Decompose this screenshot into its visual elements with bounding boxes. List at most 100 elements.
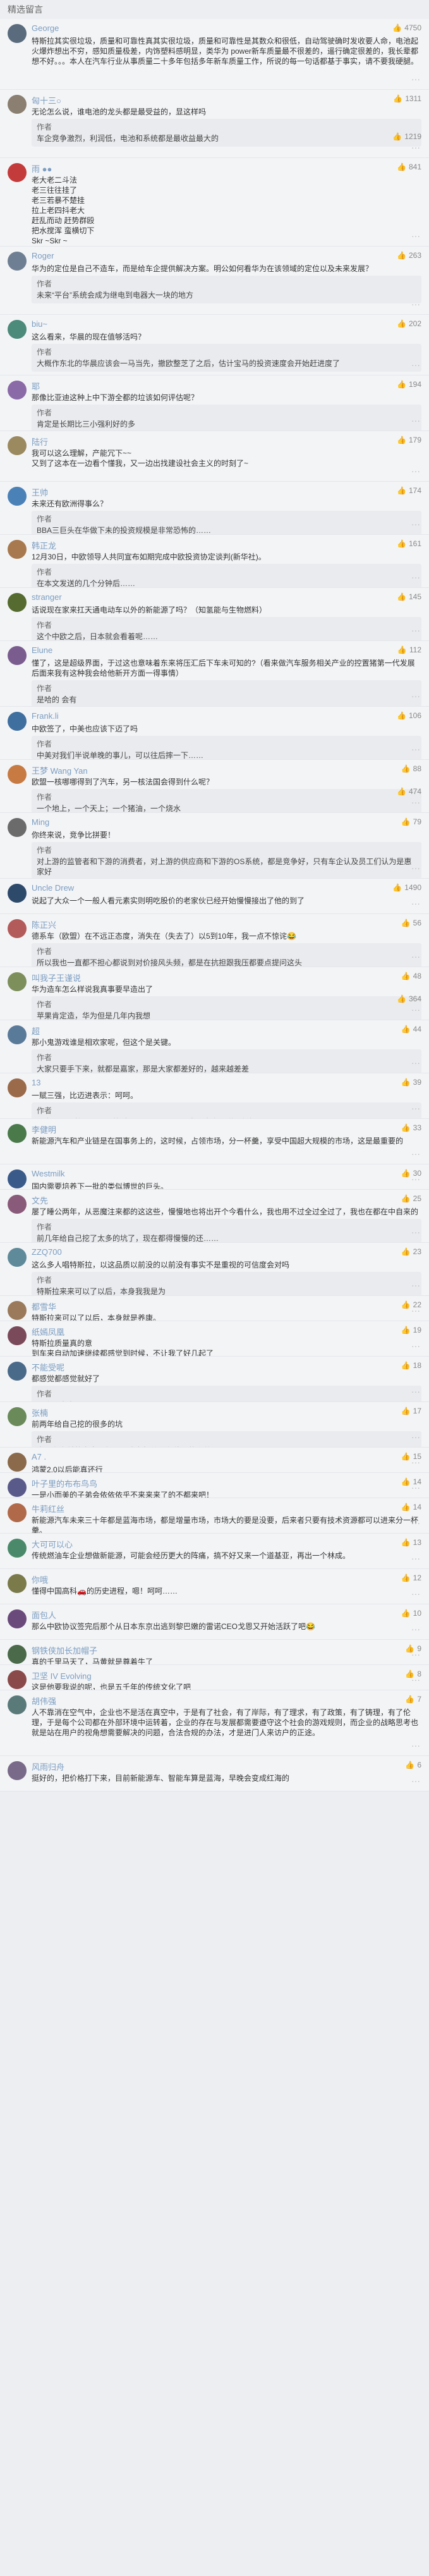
avatar[interactable] [8, 919, 27, 938]
more-options-icon[interactable]: ··· [411, 1649, 420, 1659]
avatar[interactable] [8, 24, 27, 43]
like-button[interactable]: 👍 202 [397, 319, 421, 328]
more-options-icon[interactable]: ··· [411, 1280, 420, 1290]
avatar[interactable] [8, 1645, 27, 1664]
like-button[interactable]: 👍 145 [397, 592, 421, 601]
avatar[interactable] [8, 163, 27, 182]
like-button[interactable]: 👍 39 [401, 1078, 421, 1087]
more-options-icon[interactable]: ··· [411, 1482, 420, 1492]
avatar[interactable] [8, 1025, 27, 1044]
comment-author[interactable]: biu~ [32, 319, 47, 329]
avatar[interactable] [8, 1503, 27, 1522]
like-button[interactable]: 👍 106 [397, 711, 421, 720]
like-button[interactable]: 👍 174 [397, 486, 421, 495]
avatar[interactable] [8, 381, 27, 400]
avatar[interactable] [8, 487, 27, 506]
more-options-icon[interactable]: ··· [411, 415, 420, 425]
avatar[interactable] [8, 972, 27, 991]
avatar[interactable] [8, 540, 27, 559]
avatar[interactable] [8, 1078, 27, 1097]
avatar[interactable] [8, 1609, 27, 1628]
comment-author[interactable]: 超 [32, 1025, 40, 1037]
like-button[interactable]: 👍 161 [397, 539, 421, 548]
more-options-icon[interactable]: ··· [411, 1341, 420, 1351]
avatar[interactable] [8, 1248, 27, 1267]
like-button[interactable]: 👍 13 [401, 1538, 421, 1547]
more-options-icon[interactable]: ··· [411, 1004, 420, 1015]
comment-author[interactable]: 牛莉红丝 [32, 1503, 64, 1515]
more-options-icon[interactable]: ··· [411, 951, 420, 961]
reply-like-button[interactable]: 👍 1219 [392, 132, 421, 141]
comment-author[interactable]: 胡伟强 [32, 1695, 56, 1707]
like-button[interactable]: 👍 56 [401, 919, 421, 927]
more-options-icon[interactable]: ··· [411, 142, 420, 152]
comment-author[interactable]: Elune [32, 645, 52, 655]
comment-author[interactable]: 叶子里的布布鸟鸟 [32, 1477, 97, 1489]
like-button[interactable]: 👍 1311 [393, 94, 421, 103]
more-options-icon[interactable]: ··· [411, 1227, 420, 1237]
more-options-icon[interactable]: ··· [411, 1432, 420, 1442]
reply-like-button[interactable]: 👍 364 [397, 994, 421, 1003]
avatar[interactable] [8, 1670, 27, 1689]
comment-author[interactable]: 你哦 [32, 1573, 48, 1585]
like-button[interactable]: 👍 7 [405, 1695, 421, 1704]
more-options-icon[interactable]: ··· [411, 1058, 420, 1068]
like-button[interactable]: 👍 179 [397, 436, 421, 444]
comment-author[interactable]: 不能受呢 [32, 1361, 64, 1373]
comment-author[interactable]: 卫坚 IV Evolving [32, 1670, 92, 1682]
avatar[interactable] [8, 1695, 27, 1714]
more-options-icon[interactable]: ··· [411, 744, 420, 754]
more-options-icon[interactable]: ··· [411, 1589, 420, 1599]
comment-author[interactable]: 王帅 [32, 486, 48, 498]
avatar[interactable] [8, 252, 27, 271]
comment-author[interactable]: 雨 ●● [32, 162, 52, 174]
comment-author[interactable]: 耶 [32, 380, 40, 392]
comment-author[interactable]: 面包人 [32, 1609, 56, 1621]
more-options-icon[interactable]: ··· [411, 1149, 420, 1159]
more-options-icon[interactable]: ··· [411, 1624, 420, 1634]
more-options-icon[interactable]: ··· [411, 863, 420, 873]
like-button[interactable]: 👍 48 [401, 972, 421, 980]
reply-like-button[interactable]: 👍 474 [397, 787, 421, 796]
avatar[interactable] [8, 593, 27, 612]
like-button[interactable]: 👍 841 [397, 162, 421, 171]
more-options-icon[interactable]: ··· [411, 572, 420, 582]
comment-author[interactable]: Ming [32, 817, 49, 827]
more-options-icon[interactable]: ··· [411, 299, 420, 309]
more-options-icon[interactable]: ··· [411, 1103, 420, 1113]
more-options-icon[interactable]: ··· [411, 231, 420, 241]
more-options-icon[interactable]: ··· [411, 360, 420, 370]
avatar[interactable] [8, 1362, 27, 1381]
avatar[interactable] [8, 1407, 27, 1426]
comment-author[interactable]: stranger [32, 592, 62, 602]
avatar[interactable] [8, 1478, 27, 1497]
more-options-icon[interactable]: ··· [411, 1776, 420, 1786]
like-button[interactable]: 👍 33 [401, 1123, 421, 1132]
comment-author[interactable]: 钢铁侠加长加帽子 [32, 1644, 97, 1656]
comment-author[interactable]: ZZQ700 [32, 1247, 62, 1257]
avatar[interactable] [8, 884, 27, 903]
more-options-icon[interactable]: ··· [411, 1740, 420, 1750]
comment-author[interactable]: 风雨归舟 [32, 1761, 64, 1773]
like-button[interactable]: 👍 194 [397, 380, 421, 389]
avatar[interactable] [8, 1124, 27, 1143]
avatar[interactable] [8, 1761, 27, 1780]
like-button[interactable]: 👍 4750 [392, 23, 421, 32]
comment-author[interactable]: 陈正兴 [32, 919, 56, 931]
comment-author[interactable]: 文先 [32, 1194, 48, 1206]
like-button[interactable]: 👍 23 [401, 1247, 421, 1256]
comment-author[interactable]: 李健明 [32, 1123, 56, 1135]
comment-author[interactable]: 韩正龙 [32, 539, 56, 551]
avatar[interactable] [8, 436, 27, 455]
comment-author[interactable]: 都雪华 [32, 1300, 56, 1312]
like-button[interactable]: 👍 112 [397, 645, 421, 654]
comment-author[interactable]: 叫我子王谨说 [32, 972, 81, 984]
avatar[interactable] [8, 320, 27, 339]
avatar[interactable] [8, 1326, 27, 1345]
comment-author[interactable]: George [32, 23, 59, 33]
avatar[interactable] [8, 712, 27, 731]
avatar[interactable] [8, 765, 27, 784]
like-button[interactable]: 👍 1490 [392, 883, 421, 892]
more-options-icon[interactable]: ··· [411, 466, 420, 476]
like-button[interactable]: 👍 79 [401, 817, 421, 826]
